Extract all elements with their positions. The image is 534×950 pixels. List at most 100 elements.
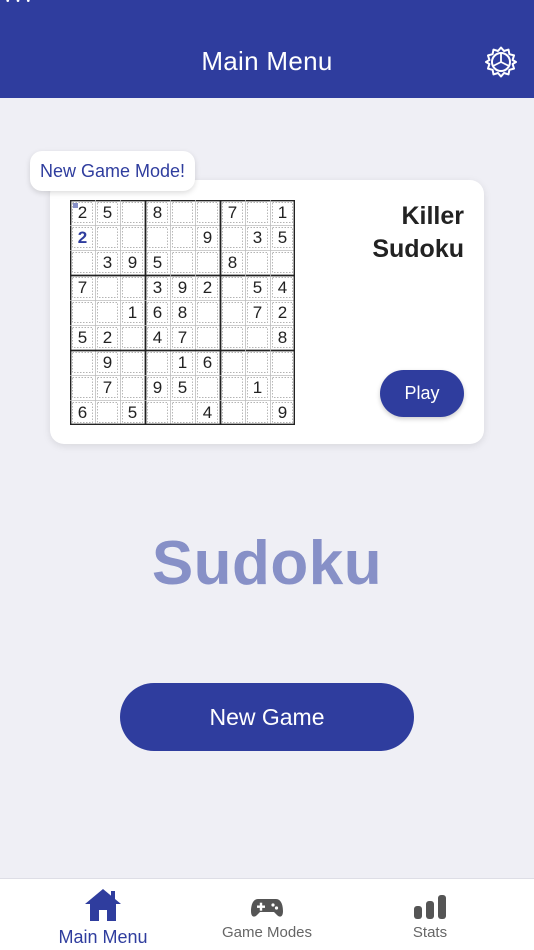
grid-cell: 5 (252, 278, 263, 297)
grid-cell (220, 350, 245, 375)
grid-cell (170, 225, 195, 250)
grid-cell: 9 (127, 253, 138, 272)
grid-cell (95, 225, 120, 250)
gamepad-icon (251, 899, 283, 917)
grid-cell: 7 (227, 203, 238, 222)
grid-cell (220, 275, 245, 300)
play-button[interactable]: Play (380, 370, 464, 417)
grid-cell (220, 300, 245, 325)
grid-cell: 5 (127, 403, 138, 422)
grid-cell: 9 (177, 278, 188, 297)
grid-cell (245, 200, 270, 225)
grid-cell (220, 400, 245, 425)
grid-cell (120, 350, 145, 375)
grid-cell: 5 (177, 378, 188, 397)
grid-cell: 9 (102, 353, 113, 372)
grid-cell (70, 375, 95, 400)
grid-cell: 9 (202, 228, 213, 247)
grid-cell: 5 (102, 203, 113, 222)
home-icon (85, 889, 121, 921)
grid-cell: 2 (77, 203, 88, 222)
grid-cell (170, 250, 195, 275)
grid-cell: 2 (102, 328, 113, 347)
tab-bar: Main Menu Game Modes Stats (0, 878, 534, 950)
grid-cell (120, 200, 145, 225)
grid-cell: 2 (277, 303, 288, 322)
grid-cell: 9 (152, 378, 163, 397)
grid-cell (220, 225, 245, 250)
gear-icon[interactable] (484, 45, 518, 79)
app-logo: Sudoku (151, 529, 383, 598)
mode-title-line-1: Killer (401, 202, 464, 230)
grid-cell (270, 375, 295, 400)
grid-cell (70, 300, 95, 325)
bar-chart-icon (414, 895, 446, 919)
grid-cell: 2 (77, 228, 88, 247)
mode-title-line-2: Sudoku (372, 235, 464, 263)
grid-cell (245, 250, 270, 275)
tab-stats[interactable]: Stats (390, 879, 470, 950)
grid-cell: 4 (152, 328, 163, 347)
grid-cell (145, 400, 170, 425)
grid-cell (220, 325, 245, 350)
grid-cell (95, 275, 120, 300)
grid-cell (170, 200, 195, 225)
grid-cell: 1 (277, 203, 288, 222)
grid-cell (120, 225, 145, 250)
grid-cell: 8 (227, 253, 238, 272)
tab-label: Game Modes (221, 924, 313, 941)
grid-cell: 3 (252, 228, 263, 247)
grid-cell (245, 325, 270, 350)
tab-game-modes[interactable]: Game Modes (205, 879, 329, 950)
grid-cell: 8 (177, 303, 188, 322)
grid-cell: 8 (152, 203, 163, 222)
tab-main-menu[interactable]: Main Menu (38, 879, 168, 950)
grid-cell: 7 (102, 378, 113, 397)
grid-cell: 7 (177, 328, 188, 347)
grid-cell: 3 (102, 253, 113, 272)
app-header: • • • Main Menu (0, 0, 534, 98)
grid-cell (245, 350, 270, 375)
grid-cell: 6 (202, 353, 213, 372)
grid-cell (270, 350, 295, 375)
grid-cell: 2 (202, 278, 213, 297)
grid-cell (70, 350, 95, 375)
grid-cell: 1 (127, 303, 138, 322)
grid-cell: 8 (277, 328, 288, 347)
grid-cell (95, 300, 120, 325)
grid-cell (95, 400, 120, 425)
grid-cell: 5 (277, 228, 288, 247)
grid-cell (245, 400, 270, 425)
grid-cell: 6 (77, 403, 88, 422)
grid-cell (145, 350, 170, 375)
grid-cell (270, 250, 295, 275)
mode-title: Killer Sudoku (330, 200, 464, 266)
grid-cell (120, 375, 145, 400)
page-title: Main Menu (201, 46, 333, 76)
grid-cell: 1 (252, 378, 263, 397)
grid-cell: 7 (77, 278, 88, 297)
grid-cell: 7 (252, 303, 263, 322)
grid-cell: 4 (202, 403, 213, 422)
grid-cell: 6 (152, 303, 163, 322)
tab-label: Stats (412, 924, 448, 941)
new-mode-badge: New Game Mode! (30, 151, 196, 191)
grid-cell: 9 (277, 403, 288, 422)
grid-cell: 1 (177, 353, 188, 372)
grid-cell (195, 375, 220, 400)
grid-cell: 5 (152, 253, 163, 272)
tab-label: Main Menu (58, 927, 148, 947)
grid-cell (70, 250, 95, 275)
killer-sudoku-preview: 2587129353958739254168725247891679516549 (70, 200, 295, 425)
grid-cell (195, 300, 220, 325)
grid-cell: 3 (152, 278, 163, 297)
grid-cell (145, 225, 170, 250)
grid-cell (170, 400, 195, 425)
grid-cell (195, 250, 220, 275)
grid-cell (120, 325, 145, 350)
grid-cell (220, 375, 245, 400)
status-bar-dots: • • • (6, 0, 33, 7)
new-game-button[interactable]: New Game (120, 683, 414, 751)
grid-cell (195, 325, 220, 350)
grid-cell: 5 (77, 328, 88, 347)
